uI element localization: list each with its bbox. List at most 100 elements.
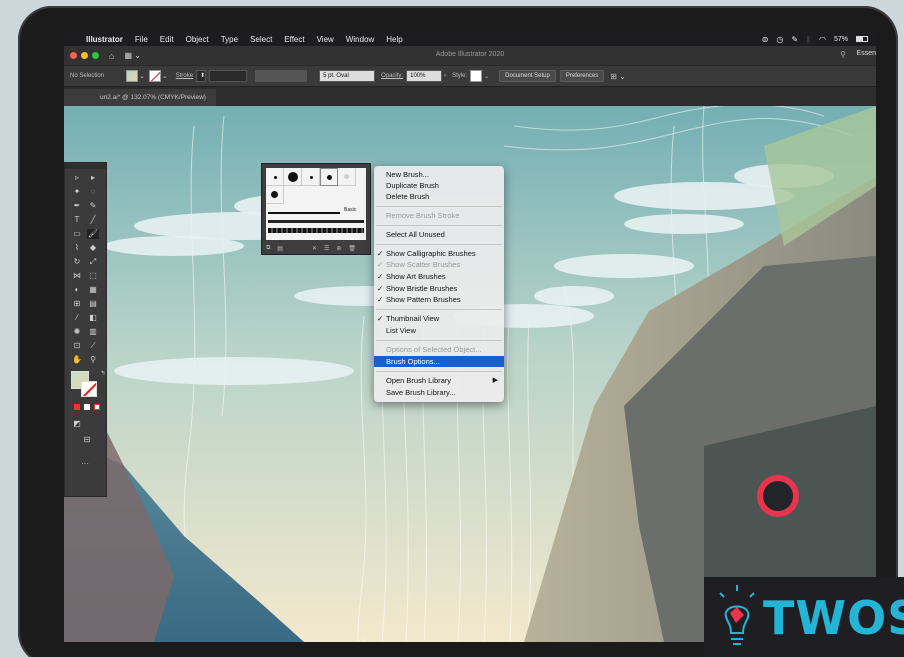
menu-select-all-unused[interactable]: Select All Unused bbox=[374, 229, 504, 240]
preferences-button[interactable]: Preferences bbox=[559, 70, 605, 82]
brush-swatch-3[interactable] bbox=[302, 168, 320, 186]
line-tool-icon[interactable]: ╱ bbox=[87, 215, 99, 225]
brush-swatch-6[interactable] bbox=[266, 186, 284, 204]
curvature-tool-icon[interactable]: ✎ bbox=[87, 201, 99, 211]
style-swatch[interactable] bbox=[470, 70, 483, 82]
variable-width-profile[interactable] bbox=[255, 70, 308, 82]
stroke-weight-stepper[interactable]: ⬍ bbox=[196, 70, 207, 82]
symbol-sprayer-tool-icon[interactable]: ✺ bbox=[71, 327, 83, 337]
artboard-canvas[interactable]: ▹ ▸ ✦ ◌ ✒ ✎ T ╱ ▭ 🖌 ⌇ ◆ ↻ ⤢ ⋈ ⬚ ◐ ▦ ⊞ ▤ bbox=[64, 106, 876, 642]
screen-mode-icon[interactable]: ⊟ bbox=[81, 435, 93, 445]
brush-swatch-5[interactable] bbox=[338, 168, 356, 186]
wifi-icon[interactable]: ◠ bbox=[819, 35, 826, 44]
brush-swatch-1[interactable] bbox=[266, 168, 284, 186]
menu-help[interactable]: Help bbox=[380, 35, 408, 44]
brush-swatch-2[interactable] bbox=[284, 168, 302, 186]
pen-icon[interactable]: ✎ bbox=[791, 35, 798, 44]
document-setup-button[interactable]: Document Setup bbox=[499, 70, 556, 82]
hand-tool-icon[interactable]: ✋ bbox=[71, 355, 83, 365]
perspective-grid-tool-icon[interactable]: ▦ bbox=[87, 285, 99, 295]
menu-show-calligraphic[interactable]: ✓ Show Calligraphic Brushes bbox=[374, 248, 504, 259]
menu-show-art[interactable]: ✓ Show Art Brushes bbox=[374, 271, 504, 282]
drawing-modes-icon[interactable]: ◩ bbox=[71, 419, 83, 429]
rotate-tool-icon[interactable]: ↻ bbox=[71, 257, 83, 267]
menu-new-brush[interactable]: New Brush... bbox=[374, 169, 504, 180]
style-dropdown-icon[interactable]: ⌄ bbox=[484, 73, 489, 80]
rectangle-tool-icon[interactable]: ▭ bbox=[71, 229, 83, 239]
basic-brush-stroke[interactable] bbox=[268, 212, 340, 214]
swap-fill-stroke-icon[interactable]: ↰ bbox=[97, 369, 109, 379]
selection-tool-icon[interactable]: ▹ bbox=[71, 173, 83, 183]
stroke-swatch[interactable] bbox=[148, 70, 161, 82]
document-tab[interactable]: un2.ai* @ 132.07% (CMYK/Preview) bbox=[64, 89, 216, 106]
search-help-icon[interactable]: ⚲ bbox=[840, 50, 846, 59]
new-brush-icon[interactable]: ⊕ bbox=[336, 245, 341, 252]
scale-tool-icon[interactable]: ⤢ bbox=[87, 257, 99, 267]
workspace-switcher[interactable]: Essen bbox=[857, 50, 876, 57]
opacity-label[interactable]: Opacity: bbox=[381, 73, 403, 79]
shape-builder-tool-icon[interactable]: ◐ bbox=[71, 285, 83, 295]
menu-select[interactable]: Select bbox=[244, 35, 278, 44]
battery-icon[interactable] bbox=[856, 36, 868, 42]
delete-brush-icon[interactable]: 🗑 bbox=[348, 245, 356, 252]
remove-brush-stroke-icon[interactable]: ✕ bbox=[312, 245, 317, 252]
brush-options-icon[interactable]: ☰ bbox=[324, 245, 329, 252]
stroke-weight-field[interactable] bbox=[209, 70, 248, 82]
stroke-color-box[interactable] bbox=[81, 381, 97, 397]
eyedropper-tool-icon[interactable]: ⁄ bbox=[71, 313, 83, 323]
menu-show-pattern[interactable]: ✓ Show Pattern Brushes bbox=[374, 294, 504, 305]
column-graph-tool-icon[interactable]: ▥ bbox=[87, 327, 99, 337]
stroke-label[interactable]: Stroke bbox=[176, 73, 193, 79]
brush-swatch-4[interactable] bbox=[320, 168, 338, 186]
arrange-documents-icon[interactable]: ⊞ ⌄ bbox=[610, 72, 626, 81]
zoom-tool-icon[interactable]: ⚲ bbox=[87, 355, 99, 365]
none-mode-icon[interactable] bbox=[91, 403, 103, 413]
free-transform-tool-icon[interactable]: ⬚ bbox=[87, 271, 99, 281]
slice-tool-icon[interactable]: ⟋ bbox=[87, 341, 99, 351]
fill-dropdown-icon[interactable]: ⌄ bbox=[139, 72, 145, 80]
menu-thumbnail-view[interactable]: ✓ Thumbnail View bbox=[374, 313, 504, 324]
brush-definition-field[interactable]: 5 pt. Oval bbox=[319, 70, 376, 82]
app-menu[interactable]: Illustrator bbox=[80, 35, 129, 44]
stroke-dropdown-icon[interactable]: ⌄ bbox=[162, 72, 168, 80]
width-tool-icon[interactable]: ⋈ bbox=[71, 271, 83, 281]
charcoal-brush-stroke[interactable] bbox=[268, 220, 364, 223]
artboard-tool-icon[interactable]: ⊡ bbox=[71, 341, 83, 351]
fill-swatch[interactable] bbox=[126, 70, 138, 82]
magic-wand-tool-icon[interactable]: ✦ bbox=[71, 187, 83, 197]
type-tool-icon[interactable]: T bbox=[71, 215, 83, 225]
menu-object[interactable]: Object bbox=[180, 35, 215, 44]
shaper-tool-icon[interactable]: ⌇ bbox=[71, 243, 83, 253]
menu-effect[interactable]: Effect bbox=[278, 35, 310, 44]
menu-file[interactable]: File bbox=[129, 35, 154, 44]
dry-brush-stroke[interactable] bbox=[268, 228, 364, 233]
bluetooth-icon[interactable]: ᛒ bbox=[806, 35, 811, 44]
menu-window[interactable]: Window bbox=[340, 35, 380, 44]
edit-toolbar-icon[interactable]: ··· bbox=[79, 459, 91, 469]
opacity-arrow-icon[interactable]: › bbox=[444, 73, 446, 79]
menu-delete-brush[interactable]: Delete Brush bbox=[374, 191, 504, 202]
menu-duplicate-brush[interactable]: Duplicate Brush bbox=[374, 180, 504, 191]
mesh-tool-icon[interactable]: ⊞ bbox=[71, 299, 83, 309]
menu-save-brush-library[interactable]: Save Brush Library... bbox=[374, 387, 504, 398]
tools-panel-header[interactable] bbox=[65, 163, 106, 169]
blend-tool-icon[interactable]: ◧ bbox=[87, 313, 99, 323]
time-machine-icon[interactable]: ◷ bbox=[777, 35, 784, 44]
menu-view[interactable]: View bbox=[311, 35, 340, 44]
lasso-tool-icon[interactable]: ◌ bbox=[87, 187, 99, 197]
pen-tool-icon[interactable]: ✒ bbox=[71, 201, 83, 211]
menu-type[interactable]: Type bbox=[215, 35, 244, 44]
paintbrush-tool-icon[interactable]: 🖌 bbox=[87, 229, 99, 239]
menu-open-brush-library[interactable]: Open Brush Library ▶ bbox=[374, 375, 504, 386]
opacity-field[interactable]: 100% bbox=[406, 70, 443, 82]
menu-edit[interactable]: Edit bbox=[154, 35, 180, 44]
libraries-panel-icon[interactable]: ▤ bbox=[277, 245, 283, 252]
brush-libraries-menu-icon[interactable]: ⧉ bbox=[266, 245, 270, 252]
sidecar-icon[interactable]: ⊜ bbox=[762, 35, 769, 44]
menu-brush-options[interactable]: Brush Options... bbox=[374, 356, 504, 367]
eraser-tool-icon[interactable]: ◆ bbox=[87, 243, 99, 253]
menu-list-view[interactable]: List View bbox=[374, 325, 504, 336]
gradient-tool-icon[interactable]: ▤ bbox=[87, 299, 99, 309]
menu-show-bristle[interactable]: ✓ Show Bristle Brushes bbox=[374, 283, 504, 294]
direct-selection-tool-icon[interactable]: ▸ bbox=[87, 173, 99, 183]
